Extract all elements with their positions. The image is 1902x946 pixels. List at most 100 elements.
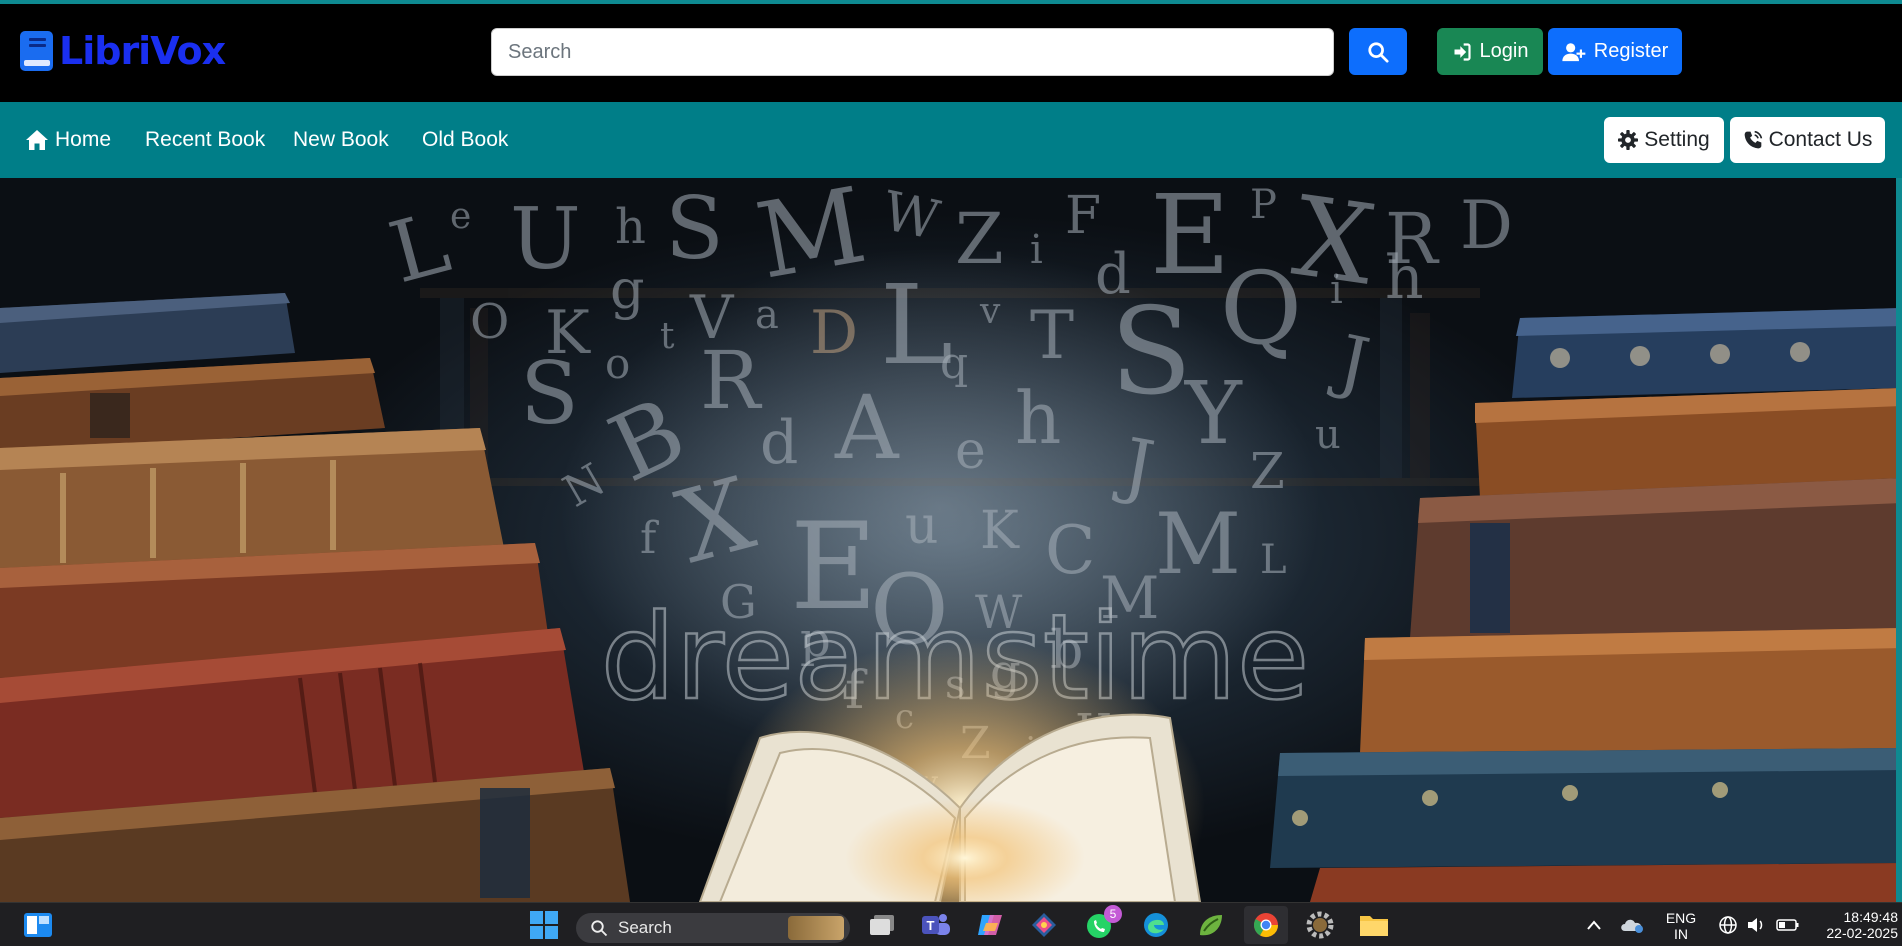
svg-text:t: t: [660, 316, 675, 357]
login-button[interactable]: Login: [1437, 28, 1543, 75]
whatsapp-badge: 5: [1104, 905, 1122, 923]
phone-icon: [1744, 130, 1762, 149]
clock-time: 18:49:48: [1843, 909, 1899, 925]
book-icon: [20, 31, 53, 71]
register-label: Register: [1593, 40, 1669, 62]
search-highlight-icon: [788, 916, 844, 940]
svg-text:Y: Y: [1184, 364, 1243, 464]
svg-text:L: L: [380, 193, 459, 302]
svg-text:C: C: [1045, 512, 1096, 589]
clock-date: 22-02-2025: [1826, 925, 1898, 941]
edge-icon[interactable]: [1140, 909, 1172, 941]
brand-name: LibriVox: [59, 29, 226, 73]
svg-text:D: D: [1460, 187, 1513, 264]
hero-banner: L e U h S M W Z i F d E P X R D O K g V …: [0, 178, 1902, 902]
battery-icon[interactable]: [1772, 909, 1804, 941]
language-primary: ENG: [1665, 910, 1697, 926]
windows-start-icon[interactable]: [528, 909, 560, 941]
volume-icon[interactable]: [1740, 909, 1772, 941]
svg-text:L: L: [1260, 537, 1287, 583]
search-icon: [1368, 41, 1389, 63]
svg-text:v: v: [979, 291, 1001, 332]
svg-text:F: F: [1065, 186, 1101, 246]
snipping-tool-icon[interactable]: [1028, 909, 1060, 941]
teams-icon[interactable]: T: [920, 909, 952, 941]
svg-text:J: J: [1326, 318, 1376, 405]
svg-text:K: K: [980, 501, 1020, 561]
right-book-stack: [1270, 308, 1902, 902]
nav-new-book[interactable]: New Book: [293, 102, 389, 178]
language-indicator[interactable]: ENG IN: [1660, 910, 1702, 942]
svg-text:o: o: [605, 339, 630, 388]
svg-text:R: R: [700, 334, 763, 427]
svg-text:i: i: [1330, 267, 1343, 313]
svg-text:Z: Z: [955, 198, 1004, 280]
setting-label: Setting: [1644, 128, 1710, 151]
nav-home[interactable]: Home: [25, 102, 111, 178]
spring-tool-icon[interactable]: [1194, 909, 1226, 941]
svg-text:g: g: [610, 258, 645, 321]
search-button[interactable]: [1349, 28, 1407, 75]
svg-text:f: f: [640, 513, 659, 564]
contact-us-button[interactable]: Contact Us: [1730, 117, 1885, 163]
svg-text:d: d: [760, 408, 798, 478]
home-icon: [26, 130, 48, 150]
top-header: LibriVox Login Register: [0, 4, 1902, 102]
taskbar-search[interactable]: Search: [576, 913, 850, 943]
svg-text:A: A: [834, 376, 900, 479]
svg-text:S: S: [520, 344, 579, 444]
nav-recent-book[interactable]: Recent Book: [145, 102, 265, 178]
svg-text:Q: Q: [1220, 250, 1302, 367]
gear-icon: [1618, 130, 1639, 150]
language-secondary: IN: [1674, 926, 1688, 942]
svg-text:e: e: [450, 196, 471, 237]
svg-text:u: u: [1315, 412, 1341, 458]
search-icon: [591, 920, 608, 937]
onedrive-icon[interactable]: [1616, 909, 1648, 941]
user-plus-icon: [1562, 42, 1586, 61]
svg-text:e: e: [955, 421, 986, 481]
svg-text:M: M: [1155, 495, 1241, 593]
hero-books-illustration: L e U h S M W Z i F d E P X R D O K g V …: [0, 178, 1902, 902]
contact-us-label: Contact Us: [1768, 128, 1873, 151]
file-explorer-icon[interactable]: [1358, 909, 1390, 941]
setting-button[interactable]: Setting: [1604, 117, 1724, 163]
settings-gear-app-icon[interactable]: [1304, 909, 1336, 941]
svg-text:D: D: [810, 298, 858, 368]
svg-text:S: S: [1110, 283, 1192, 422]
register-button[interactable]: Register: [1548, 28, 1682, 75]
svg-text:T: T: [927, 918, 935, 933]
nav-old-book[interactable]: Old Book: [422, 102, 508, 178]
svg-text:U: U: [510, 190, 581, 288]
svg-text:E: E: [1150, 178, 1230, 299]
brand-logo[interactable]: LibriVox: [19, 29, 226, 73]
main-navbar: Home Recent Book New Book Old Book Setti…: [0, 102, 1902, 178]
svg-text:T: T: [1030, 297, 1074, 374]
svg-text:a: a: [755, 292, 779, 338]
login-label: Login: [1479, 40, 1529, 62]
login-icon: [1454, 42, 1471, 61]
svg-text:Z: Z: [1250, 442, 1285, 500]
chrome-icon[interactable]: [1244, 906, 1288, 944]
page-scrollbar[interactable]: [1896, 178, 1902, 902]
svg-text:h: h: [1015, 376, 1061, 460]
whatsapp-icon[interactable]: 5: [1084, 905, 1122, 941]
clock[interactable]: 18:49:48 22-02-2025: [1816, 909, 1898, 941]
svg-text:P: P: [1250, 182, 1277, 228]
svg-text:W: W: [877, 179, 945, 252]
nav-home-label: Home: [55, 128, 112, 151]
copilot-icon[interactable]: [974, 909, 1006, 941]
chevron-up-icon[interactable]: [1578, 909, 1610, 941]
svg-text:u: u: [905, 496, 939, 556]
windows-taskbar: Search T 5 ENG IN 18:49:48 22-02-2025: [0, 902, 1902, 946]
svg-text:S: S: [665, 179, 724, 279]
task-view-icon[interactable]: [866, 909, 898, 941]
svg-text:i: i: [1030, 227, 1043, 273]
search-input[interactable]: [491, 28, 1334, 76]
taskbar-search-label: Search: [618, 918, 672, 937]
svg-text:q: q: [940, 338, 968, 389]
widgets-icon[interactable]: [22, 909, 54, 941]
svg-text:M: M: [748, 178, 874, 303]
svg-text:O: O: [470, 294, 509, 350]
svg-text:h: h: [1385, 243, 1424, 313]
